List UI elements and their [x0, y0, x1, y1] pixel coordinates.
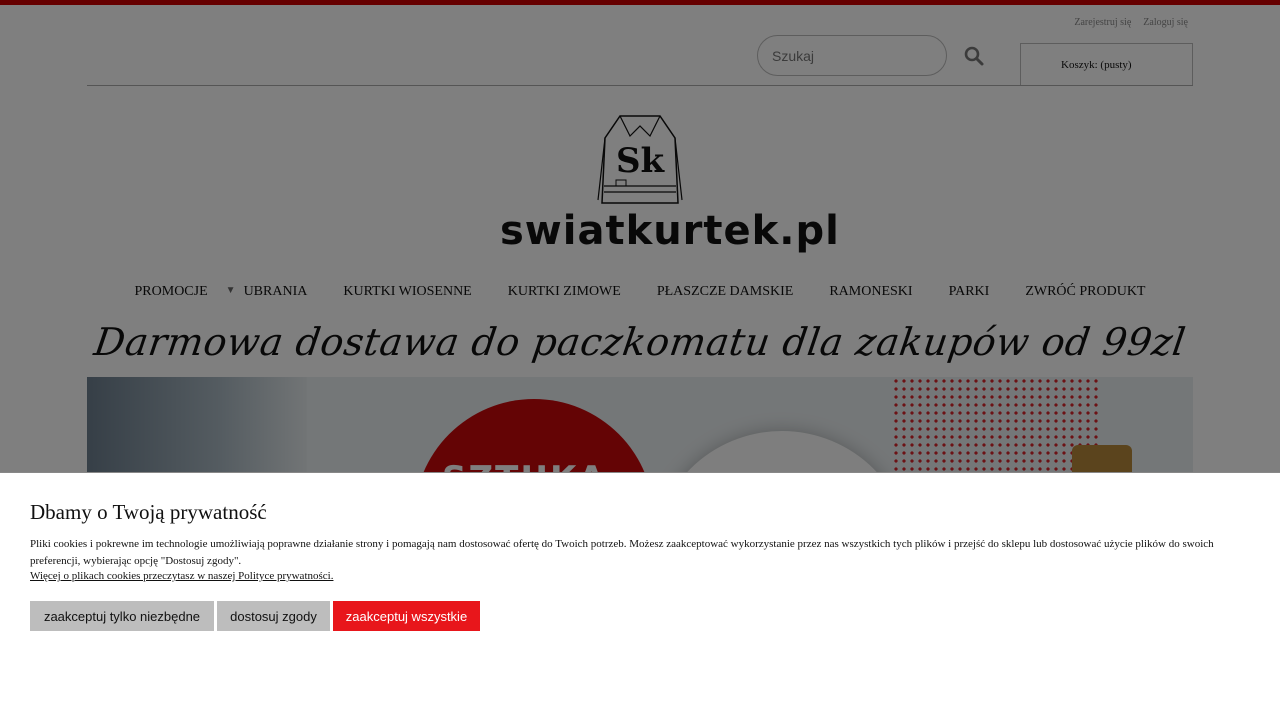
banner-model-image	[87, 377, 307, 487]
nav-item-ubrania[interactable]: UBRANIA	[238, 284, 326, 300]
accept-necessary-button[interactable]: zaakceptuj tylko niezbędne	[30, 601, 214, 631]
nav-item-parki[interactable]: PARKI	[931, 284, 1008, 300]
nav-item-kurtki-zimowe[interactable]: KURTKI ZIMOWE	[490, 284, 639, 300]
banner-dot-pattern	[892, 377, 1102, 487]
search-input[interactable]	[772, 36, 942, 75]
nav-item-plaszcze-damskie[interactable]: PŁASZCZE DAMSKIE	[639, 284, 812, 300]
hero-banner[interactable]: SZTUKA	[87, 377, 1193, 487]
search-icon[interactable]	[963, 45, 985, 67]
cart-button[interactable]: Koszyk: (pusty)	[1020, 43, 1193, 86]
logo-monogram: Sk	[616, 141, 666, 181]
nav-item-zwroc-produkt[interactable]: ZWRÓĆ PRODUKT	[1007, 284, 1163, 300]
logo-wordmark: swiatkurtek.pl	[500, 208, 840, 254]
main-nav: PROMOCJE ▼ UBRANIA KURTKI WIOSENNE KURTK…	[0, 284, 1280, 300]
register-link[interactable]: Zarejestruj się	[1074, 17, 1131, 28]
nav-item-kurtki-wiosenne[interactable]: KURTKI WIOSENNE	[325, 284, 489, 300]
header-divider	[87, 85, 1193, 86]
free-delivery-promo: Darmowa dostawa do paczkomatu dla zakupó…	[91, 320, 1189, 364]
dropdown-arrow-icon[interactable]: ▼	[226, 285, 238, 301]
site-logo[interactable]: Sk swiatkurtek.pl	[500, 108, 840, 258]
login-link[interactable]: Zaloguj się	[1143, 17, 1188, 28]
customize-consent-button[interactable]: dostosuj zgody	[217, 601, 330, 631]
top-accent-bar	[0, 0, 1280, 5]
search-box	[757, 35, 947, 76]
nav-item-ramoneski[interactable]: RAMONESKI	[811, 284, 930, 300]
page: Zarejestruj się Zaloguj się Koszyk: (pus…	[0, 0, 1280, 720]
nav-item-promocje[interactable]: PROMOCJE	[117, 284, 226, 300]
cookie-description: Pliki cookies i pokrewne im technologie …	[30, 538, 1214, 567]
cookie-consent-panel: Dbamy o Twoją prywatność Pliki cookies i…	[0, 472, 1280, 720]
accept-all-button[interactable]: zaakceptuj wszystkie	[333, 601, 480, 631]
cart-label: Koszyk: (pusty)	[1061, 58, 1132, 71]
account-links: Zarejestruj się Zaloguj się	[1074, 17, 1188, 28]
jacket-logo-icon: Sk	[597, 115, 683, 204]
privacy-policy-link[interactable]: Więcej o plikach cookies przeczytasz w n…	[30, 570, 333, 582]
cookie-title: Dbamy o Twoją prywatność	[30, 500, 267, 524]
